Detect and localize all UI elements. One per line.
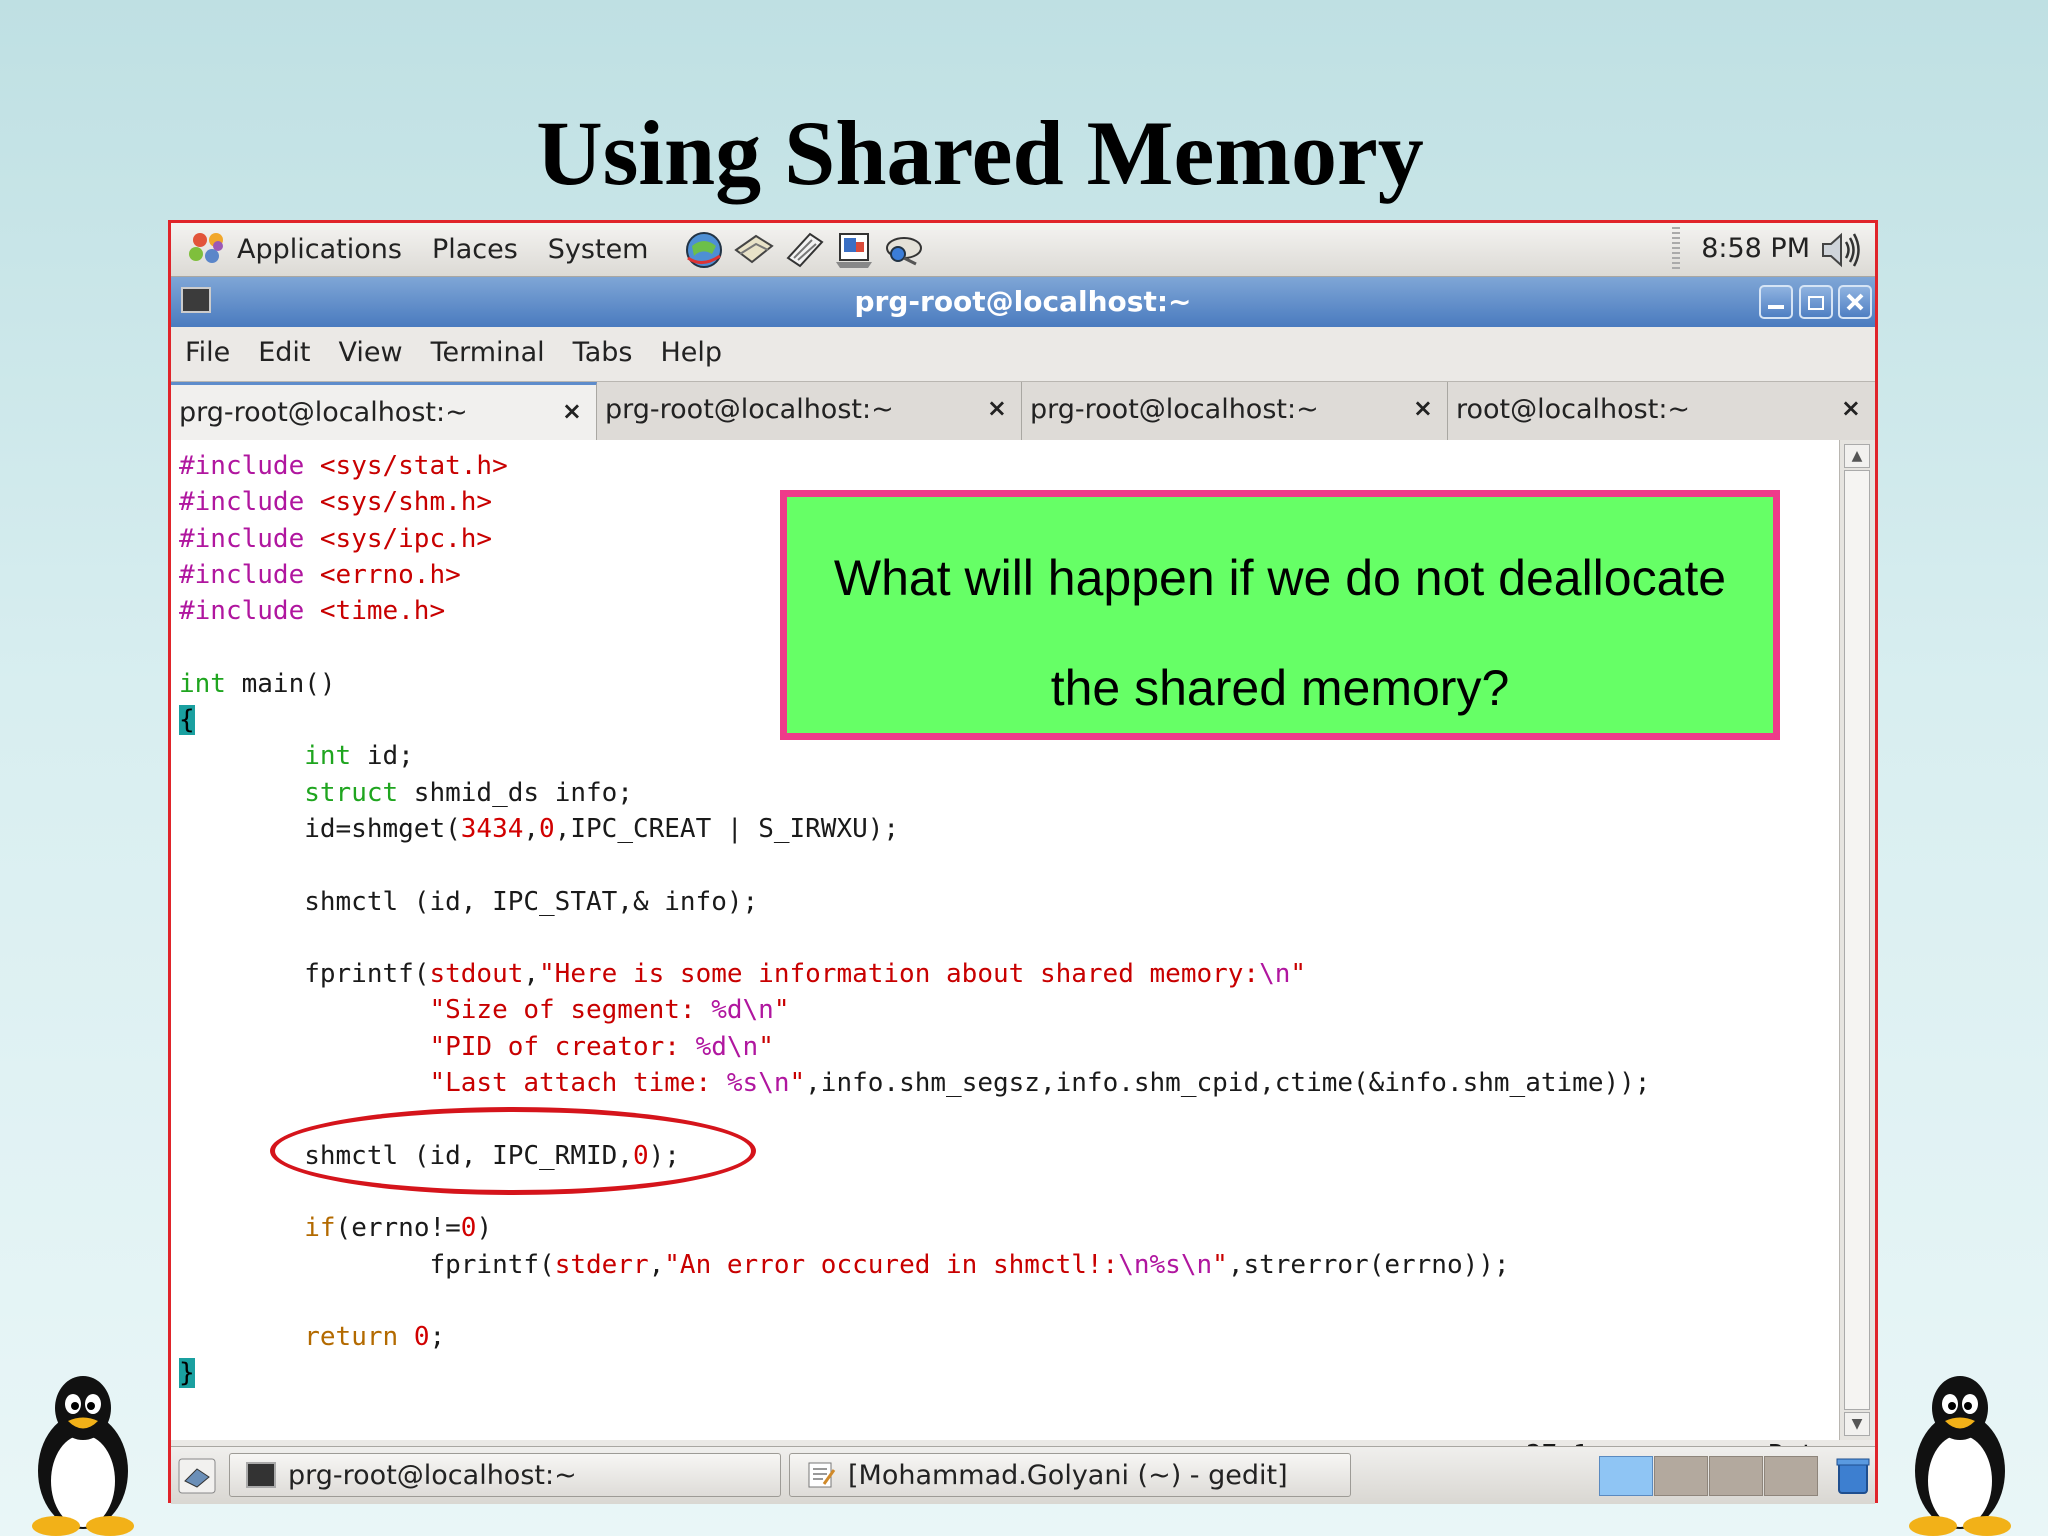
top-panel: Applications Places System 8:58 PM [171, 223, 1875, 277]
tab-label: prg-root@localhost:~ [605, 394, 894, 425]
window-title: prg-root@localhost:~ [854, 285, 1192, 318]
task-label: prg-root@localhost:~ [288, 1460, 577, 1491]
menu-terminal[interactable]: Terminal [431, 337, 545, 368]
callout-line-1: What will happen if we do not deallocate [833, 550, 1727, 606]
trash-icon[interactable] [1835, 1457, 1871, 1495]
callout-line-2: the shared memory? [1050, 660, 1510, 716]
terminal-scrollbar[interactable]: ▲ ▼ [1839, 440, 1875, 1440]
scroll-thumb[interactable] [1844, 470, 1870, 1410]
bottom-panel: prg-root@localhost:~ [Mohammad.Golyani (… [171, 1446, 1875, 1504]
show-desktop-icon[interactable] [177, 1457, 217, 1495]
workspace-2[interactable] [1654, 1456, 1708, 1496]
volume-icon[interactable] [1819, 231, 1861, 269]
terminal-tab-1[interactable]: prg-root@localhost:~ × [171, 382, 597, 440]
task-terminal[interactable]: prg-root@localhost:~ [229, 1453, 781, 1497]
question-callout: What will happen if we do not deallocate… [780, 490, 1780, 740]
desktop-screenshot: Applications Places System 8:58 PM prg-r… [168, 220, 1878, 1504]
close-icon [1846, 293, 1864, 311]
task-gedit[interactable]: [Mohammad.Golyani (~) - gedit] [789, 1453, 1351, 1497]
minimize-button[interactable] [1759, 285, 1793, 319]
window-titlebar[interactable]: prg-root@localhost:~ [171, 277, 1875, 327]
tab-label: prg-root@localhost:~ [1030, 394, 1319, 425]
tab-close-icon[interactable]: × [987, 394, 1007, 422]
workspace-1[interactable] [1599, 1456, 1653, 1496]
gnome-foot-icon [189, 231, 227, 269]
menu-help[interactable]: Help [660, 337, 722, 368]
maximize-button[interactable] [1799, 285, 1833, 319]
tux-penguin-icon [32, 1376, 134, 1536]
tab-label: prg-root@localhost:~ [179, 397, 468, 428]
close-window-button[interactable] [1838, 285, 1872, 319]
terminal-task-icon [246, 1462, 276, 1488]
terminal-tab-2[interactable]: prg-root@localhost:~ × [597, 382, 1022, 440]
tab-label: root@localhost:~ [1456, 394, 1691, 425]
terminal-tab-4[interactable]: root@localhost:~ × [1448, 382, 1875, 440]
menu-tabs[interactable]: Tabs [573, 337, 633, 368]
email-client-icon[interactable] [732, 228, 776, 272]
panel-clock[interactable]: 8:58 PM [1701, 233, 1810, 264]
highlight-ellipse [270, 1107, 756, 1195]
presentation-icon[interactable] [832, 228, 876, 272]
panel-menu-applications[interactable]: Applications [237, 234, 402, 265]
panel-menu-system[interactable]: System [548, 234, 649, 265]
office-writer-icon[interactable] [782, 228, 826, 272]
menu-view[interactable]: View [338, 337, 402, 368]
scroll-down-icon[interactable]: ▼ [1844, 1412, 1870, 1436]
maximize-icon [1808, 296, 1824, 310]
tab-close-icon[interactable]: × [1841, 394, 1861, 422]
graphics-app-icon[interactable] [882, 228, 926, 272]
terminal-tabs: prg-root@localhost:~ × prg-root@localhos… [171, 381, 1875, 441]
web-browser-icon[interactable] [682, 228, 726, 272]
task-label: [Mohammad.Golyani (~) - gedit] [848, 1460, 1288, 1491]
workspace-4[interactable] [1764, 1456, 1818, 1496]
menu-edit[interactable]: Edit [258, 337, 310, 368]
workspace-3[interactable] [1709, 1456, 1763, 1496]
terminal-tab-3[interactable]: prg-root@localhost:~ × [1022, 382, 1448, 440]
panel-separator [1672, 227, 1680, 272]
slide-title: Using Shared Memory [536, 102, 1424, 204]
tab-close-icon[interactable]: × [1413, 394, 1433, 422]
window-menubar: File Edit View Terminal Tabs Help [171, 327, 1875, 377]
menu-file[interactable]: File [185, 337, 230, 368]
minimize-icon [1768, 305, 1784, 309]
panel-menu-places[interactable]: Places [432, 234, 518, 265]
scroll-up-icon[interactable]: ▲ [1844, 444, 1870, 468]
tab-close-icon[interactable]: × [562, 397, 582, 425]
tux-penguin-icon [1909, 1376, 2011, 1536]
text-editor-icon [808, 1462, 836, 1488]
